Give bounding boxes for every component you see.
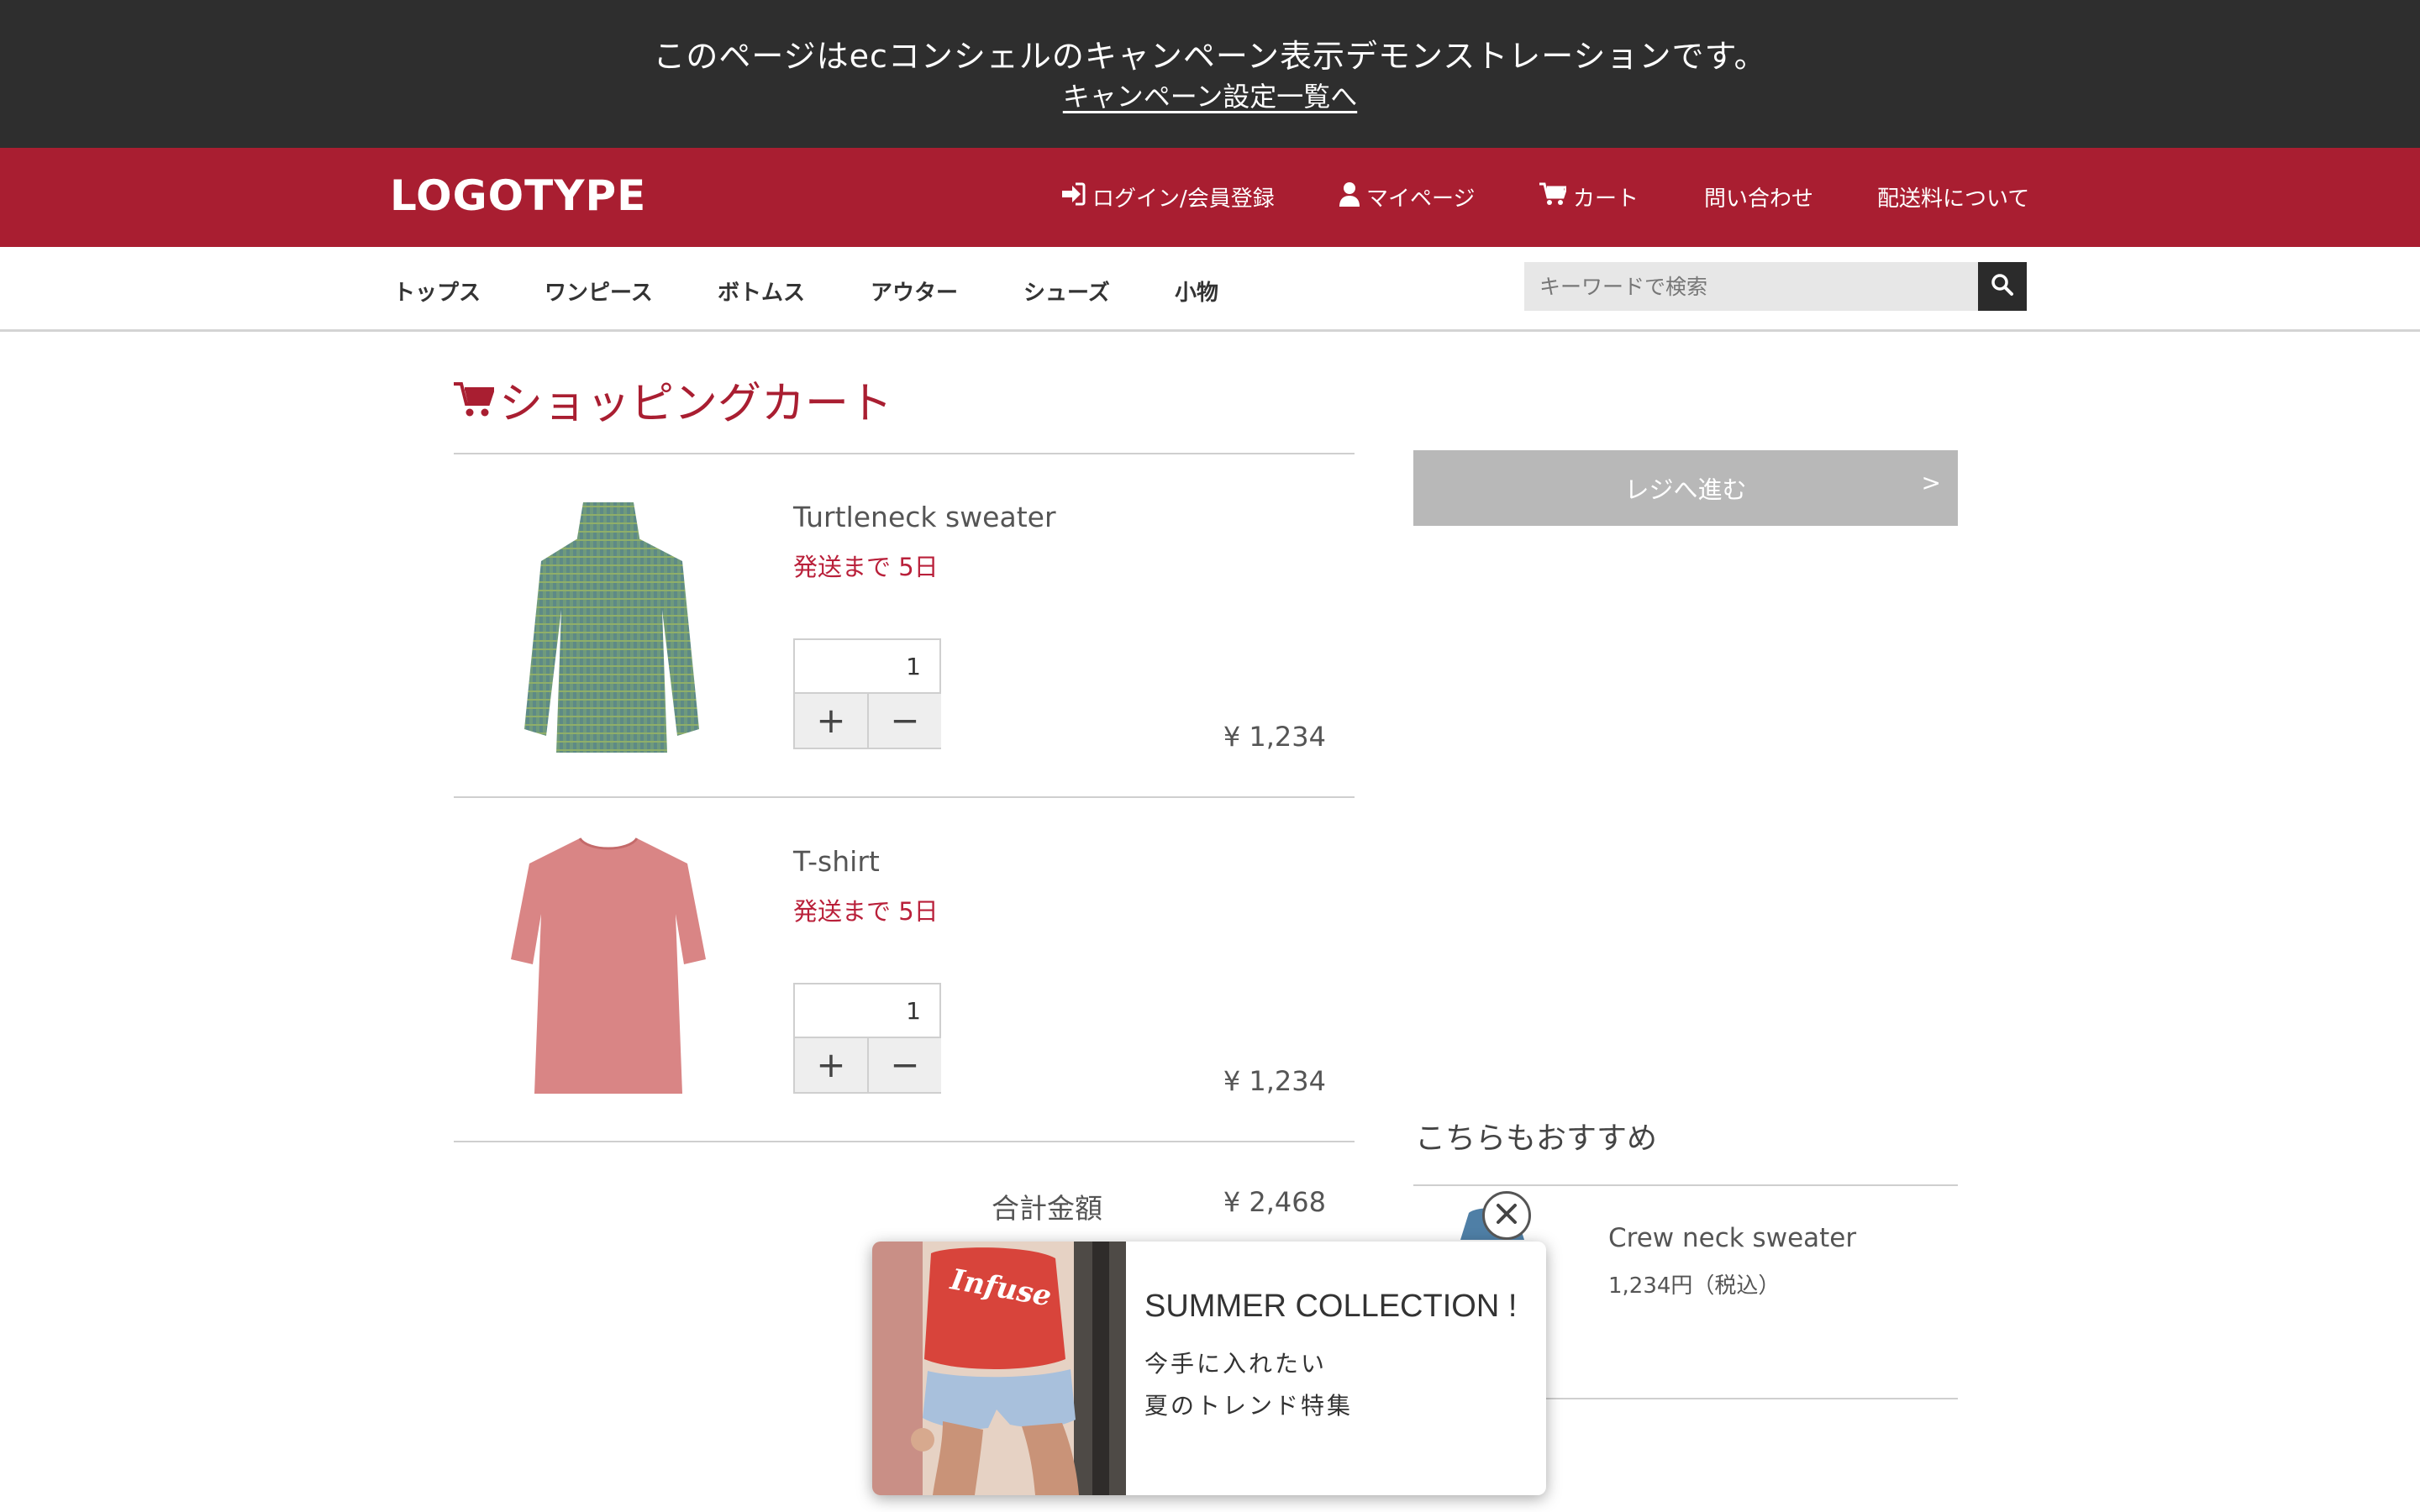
recommend-item-price: 1,234円（税込） [1608, 1273, 1781, 1299]
cart-item-name[interactable]: Turtleneck sweater [793, 501, 1056, 533]
quantity-plus-button[interactable]: + [795, 694, 869, 748]
divider [454, 453, 1355, 454]
login-register-label: ログイン/会員登録 [1092, 186, 1275, 212]
mypage-link[interactable]: マイページ [1339, 180, 1475, 213]
search-icon [1991, 273, 2014, 300]
campaign-popup[interactable]: Infuse SUMMER COLLECTION ! 今手に入れたい 夏のトレン… [872, 1242, 1546, 1495]
category-shoes[interactable]: シューズ [1023, 276, 1110, 307]
campaign-image[interactable]: Infuse [872, 1242, 1126, 1495]
sign-in-icon [1060, 182, 1086, 212]
cart-label: カート [1573, 186, 1639, 212]
category-bottoms[interactable]: ボトムス [718, 276, 805, 307]
divider [1413, 1184, 1958, 1186]
recommend-title: こちらもおすすめ [1415, 1121, 1658, 1156]
campaign-subtitle-1: 今手に入れたい [1144, 1350, 1328, 1378]
category-accessories[interactable]: 小物 [1175, 276, 1218, 307]
checkout-button[interactable]: レジへ進む > [1413, 450, 1958, 526]
recommend-item-name[interactable]: Crew neck sweater [1608, 1223, 1856, 1253]
user-icon [1339, 181, 1360, 213]
category-tops[interactable]: トップス [393, 276, 481, 307]
total-label: 合計金額 [992, 1192, 1102, 1225]
shipping-info-link[interactable]: 配送料について [1877, 180, 2029, 213]
quantity-plus-button[interactable]: + [795, 1038, 869, 1092]
quantity-stepper: 1 + − [793, 638, 941, 749]
search-input[interactable] [1524, 262, 1978, 311]
demo-banner-message: このページはecコンシェルのキャンペーン表示デモンストレーションです。 [653, 38, 1767, 75]
category-onepiece[interactable]: ワンピース [544, 276, 653, 307]
campaign-title: SUMMER COLLECTION ! [1144, 1289, 1518, 1324]
mypage-label: マイページ [1366, 186, 1476, 212]
site-header: LOGOTYPE ログイン/会員登録 マイページ カート 問い合わせ 配送料につ… [0, 148, 2420, 247]
turtleneck-sweater-image[interactable] [499, 492, 718, 764]
search-button[interactable] [1978, 262, 2027, 311]
category-outer[interactable]: アウター [871, 276, 958, 307]
demo-banner: このページはecコンシェルのキャンペーン表示デモンストレーションです。 キャンペ… [0, 0, 2420, 148]
cart-item-shipping: 発送まで 5日 [793, 897, 939, 926]
total-value: ¥ 2,468 [1223, 1186, 1326, 1218]
site-logo[interactable]: LOGOTYPE [390, 171, 646, 220]
quantity-minus-button[interactable]: − [869, 694, 941, 748]
checkout-label: レジへ進む [1624, 475, 1747, 504]
contact-link[interactable]: 問い合わせ [1704, 180, 1813, 213]
divider [454, 796, 1355, 798]
campaign-list-link[interactable]: キャンペーン設定一覧へ [0, 76, 2420, 114]
login-register-link[interactable]: ログイン/会員登録 [1060, 180, 1275, 213]
cart-item-price: ¥ 1,234 [1223, 721, 1326, 753]
divider [454, 1141, 1355, 1142]
cart-icon [1539, 182, 1569, 212]
cart-icon [454, 381, 494, 418]
quantity-stepper: 1 + − [793, 983, 941, 1094]
chevron-right-icon: > [1921, 469, 1941, 496]
popup-close-button[interactable] [1482, 1191, 1531, 1240]
cart-title: ショッピングカート [454, 368, 892, 431]
cart-title-text: ショッピングカート [499, 379, 893, 429]
quantity-value[interactable]: 1 [795, 984, 939, 1038]
quantity-value[interactable]: 1 [795, 640, 939, 694]
category-nav: トップス ワンピース ボトムス アウター シューズ 小物 [0, 247, 2420, 332]
quantity-minus-button[interactable]: − [869, 1038, 941, 1092]
cart-item-price: ¥ 1,234 [1223, 1065, 1326, 1097]
cart-item-shipping: 発送まで 5日 [793, 553, 939, 581]
tshirt-image[interactable] [499, 835, 718, 1107]
cart-link[interactable]: カート [1539, 180, 1639, 213]
cart-item-name[interactable]: T-shirt [793, 845, 880, 878]
close-icon [1495, 1202, 1518, 1229]
campaign-subtitle-2: 夏のトレンド特集 [1144, 1392, 1354, 1420]
